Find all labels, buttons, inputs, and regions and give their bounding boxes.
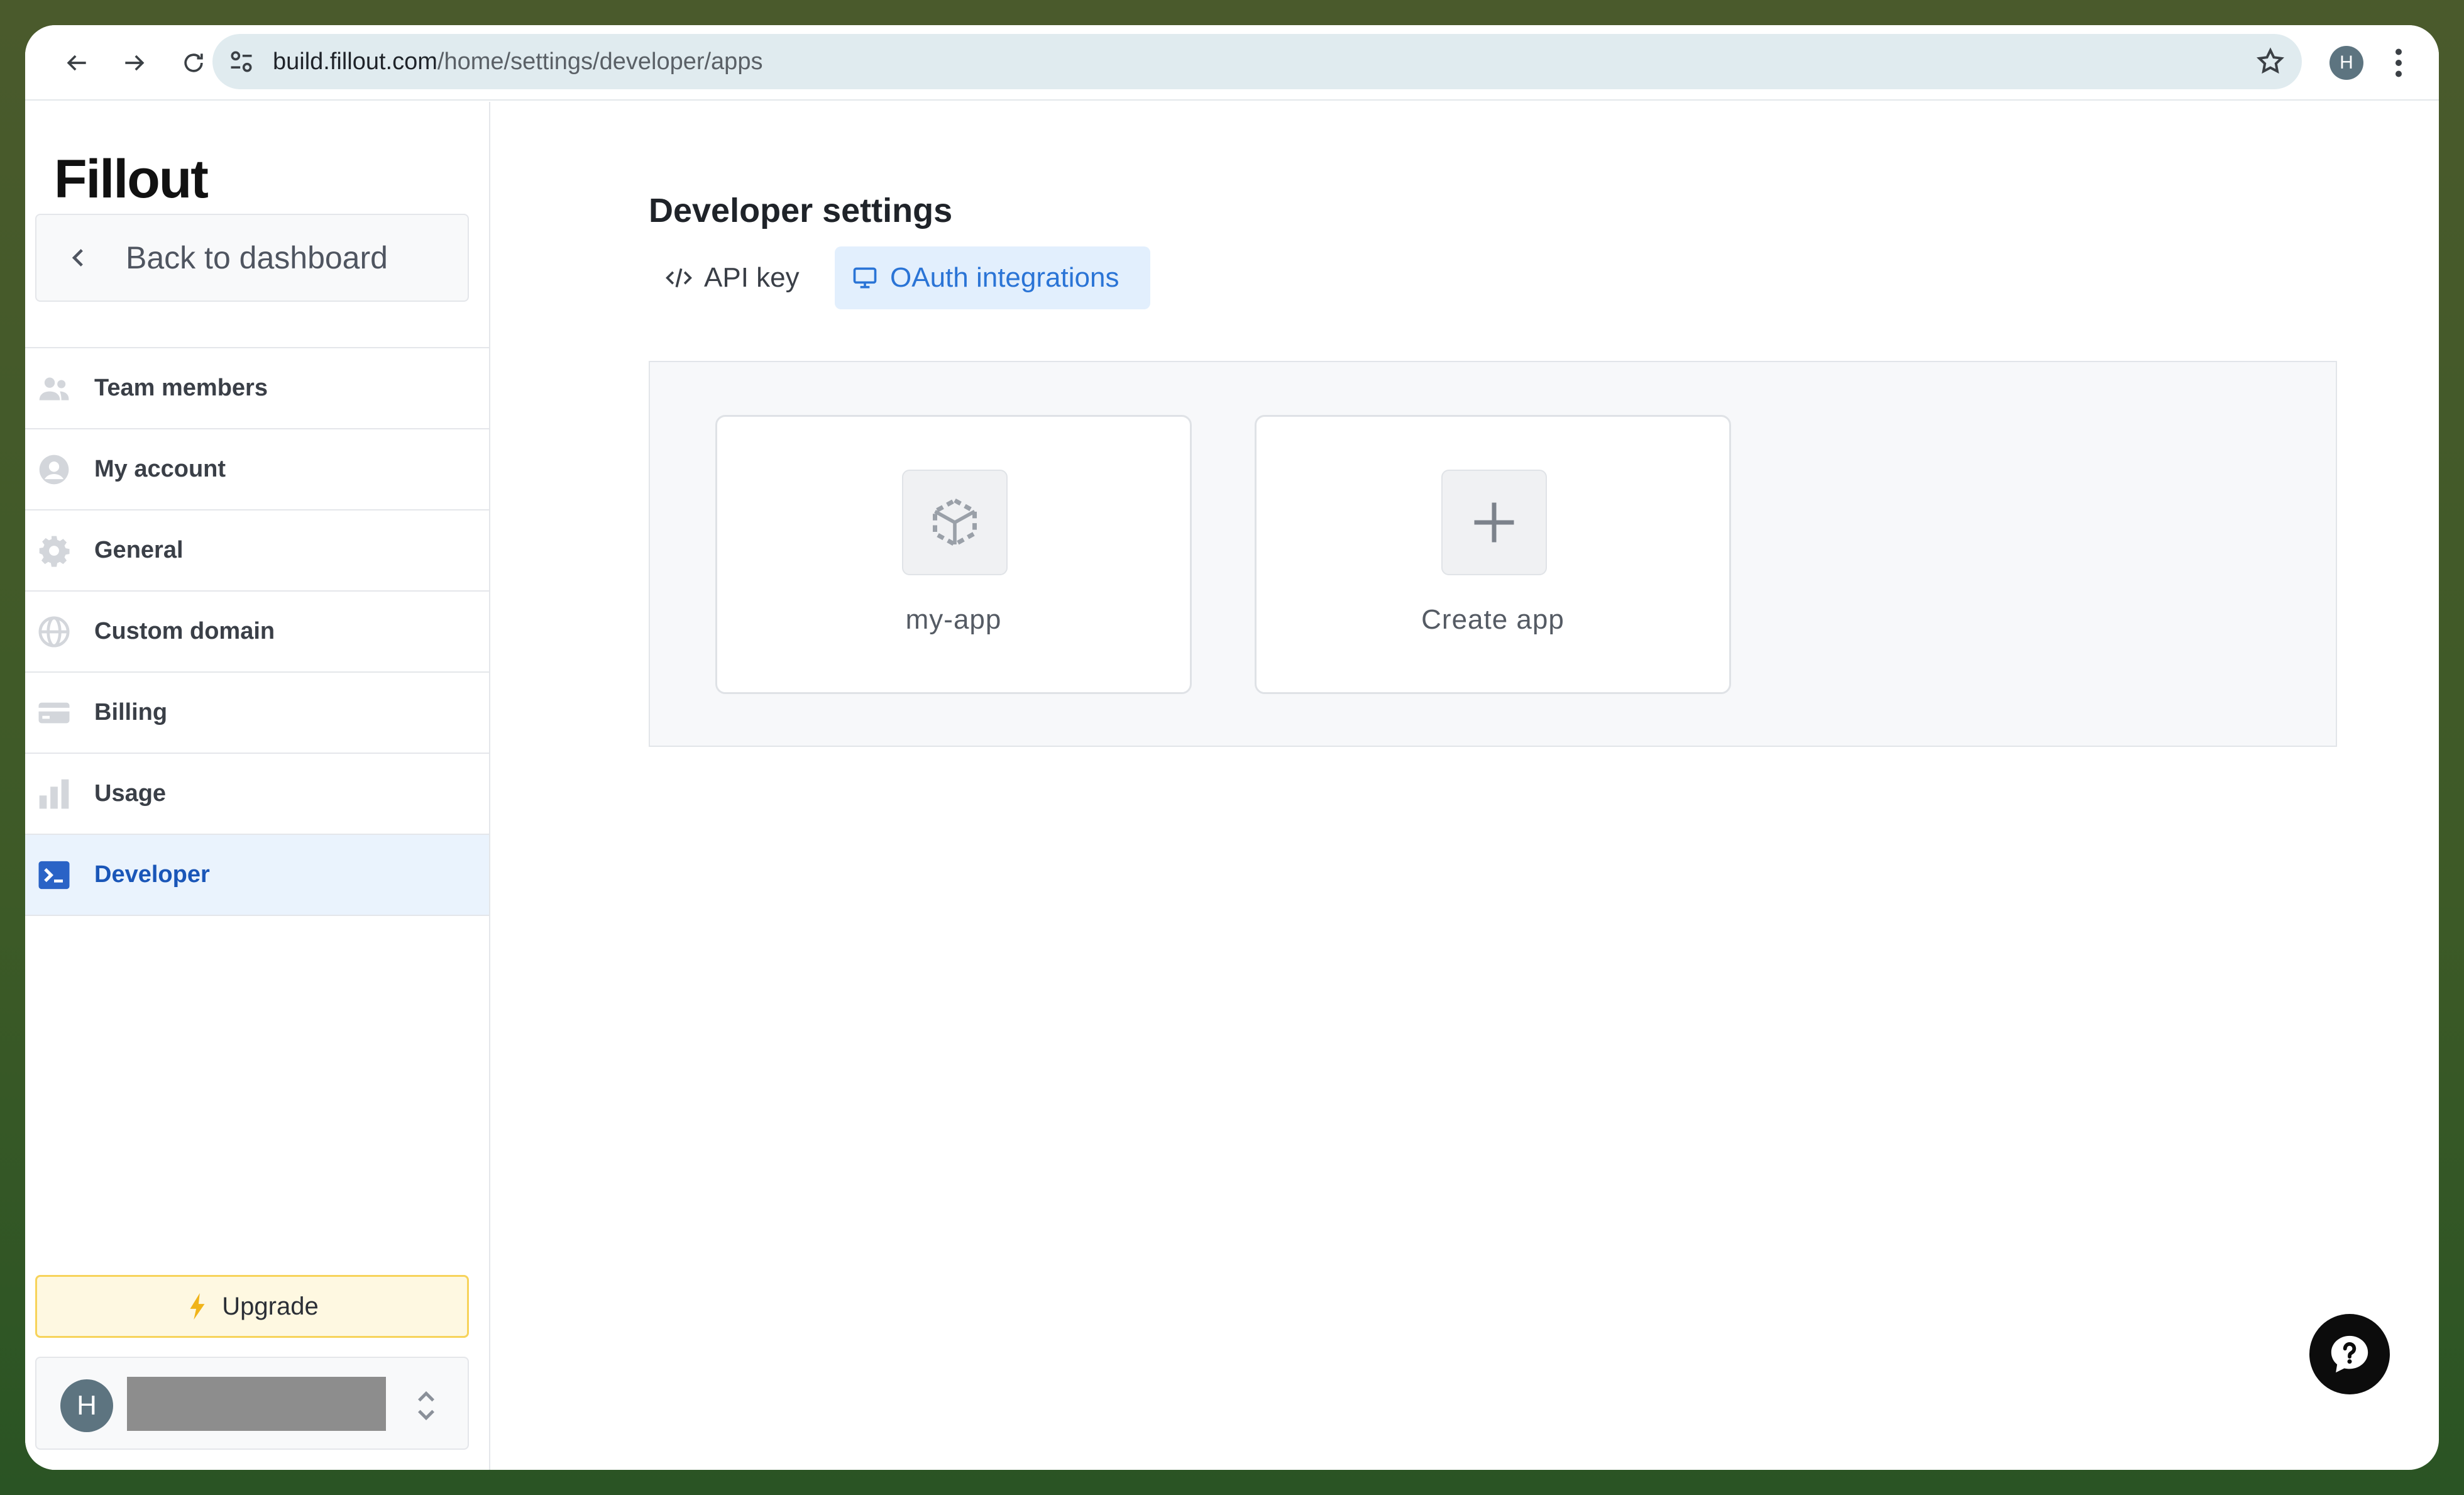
chevron-up-down-icon	[418, 1391, 434, 1421]
sidebar-item-label: Usage	[94, 780, 167, 807]
sidebar-item-custom-domain[interactable]: Custom domain	[25, 592, 489, 673]
terminal-icon	[38, 861, 70, 889]
sidebar-item-billing[interactable]: Billing	[25, 673, 489, 754]
settings-sidebar: Fillout Back to dashboard Team members M…	[25, 102, 490, 1470]
sidebar-item-developer[interactable]: Developer	[25, 835, 489, 916]
chevron-left-icon	[72, 249, 83, 267]
upgrade-label: Upgrade	[222, 1292, 319, 1320]
tab-api-key[interactable]: API key	[649, 246, 837, 309]
tab-oauth-integrations[interactable]: OAuth integrations	[835, 246, 1150, 309]
gear-icon	[39, 536, 70, 567]
sidebar-item-label: Custom domain	[94, 618, 275, 644]
forward-arrow-icon[interactable]	[116, 44, 153, 82]
bookmark-star-icon[interactable]	[2255, 47, 2285, 77]
redacted-account-name	[127, 1377, 386, 1431]
create-app-button[interactable]: Create app	[1255, 415, 1731, 694]
bar-chart-icon	[39, 779, 69, 808]
account-switcher[interactable]: H …	[35, 1357, 469, 1450]
browser-profile-avatar[interactable]: H	[2329, 46, 2363, 80]
app-tile	[902, 470, 1008, 575]
globe-icon	[38, 616, 70, 647]
oauth-apps-panel: my-app Create app	[649, 361, 2337, 747]
sidebar-item-my-account[interactable]: My account	[25, 429, 489, 510]
site-settings-icon[interactable]	[228, 48, 255, 75]
address-bar[interactable]: build.fillout.com/home/settings/develope…	[212, 34, 2302, 89]
sidebar-item-label: Team members	[94, 375, 268, 401]
code-icon	[666, 268, 692, 288]
reload-icon[interactable]	[175, 44, 212, 82]
create-app-label: Create app	[1421, 604, 1565, 635]
back-arrow-icon[interactable]	[58, 44, 96, 82]
avatar: H	[60, 1379, 113, 1432]
app-cube-icon	[933, 497, 977, 548]
sidebar-item-team-members[interactable]: Team members	[25, 348, 489, 429]
help-chat-icon	[2331, 1335, 2368, 1373]
app-name: my-app	[905, 604, 1002, 635]
page-title: Developer settings	[649, 192, 953, 229]
sidebar-item-usage[interactable]: Usage	[25, 754, 489, 835]
lightning-icon	[190, 1293, 205, 1320]
sidebar-item-label: My account	[94, 456, 226, 482]
browser-window: build.fillout.com/home/settings/develope…	[25, 25, 2439, 1470]
sidebar-item-label: Billing	[94, 699, 168, 725]
account-icon	[39, 455, 69, 484]
browser-toolbar: build.fillout.com/home/settings/develope…	[25, 25, 2439, 101]
upgrade-button[interactable]: Upgrade	[35, 1275, 469, 1338]
tab-label: OAuth integrations	[890, 262, 1119, 293]
fillout-logo: Fillout	[54, 149, 209, 209]
app-card-my-app[interactable]: my-app	[715, 415, 1192, 694]
sidebar-item-label: Developer	[94, 861, 210, 888]
help-button[interactable]	[2309, 1314, 2390, 1394]
settings-nav: Team members My account General Custom d…	[25, 348, 489, 916]
card-icon	[38, 702, 70, 723]
back-to-dashboard-label: Back to dashboard	[126, 240, 388, 275]
team-icon	[39, 377, 69, 400]
back-to-dashboard-button[interactable]: Back to dashboard	[35, 214, 469, 302]
browser-menu-icon[interactable]	[2386, 44, 2411, 82]
monitor-icon	[853, 267, 877, 289]
sidebar-item-label: General	[94, 537, 184, 563]
plus-icon	[1474, 502, 1514, 543]
sidebar-item-general[interactable]: General	[25, 510, 489, 592]
create-app-tile	[1441, 470, 1547, 575]
tab-label: API key	[704, 262, 800, 293]
url-text: build.fillout.com/home/settings/develope…	[273, 48, 763, 75]
